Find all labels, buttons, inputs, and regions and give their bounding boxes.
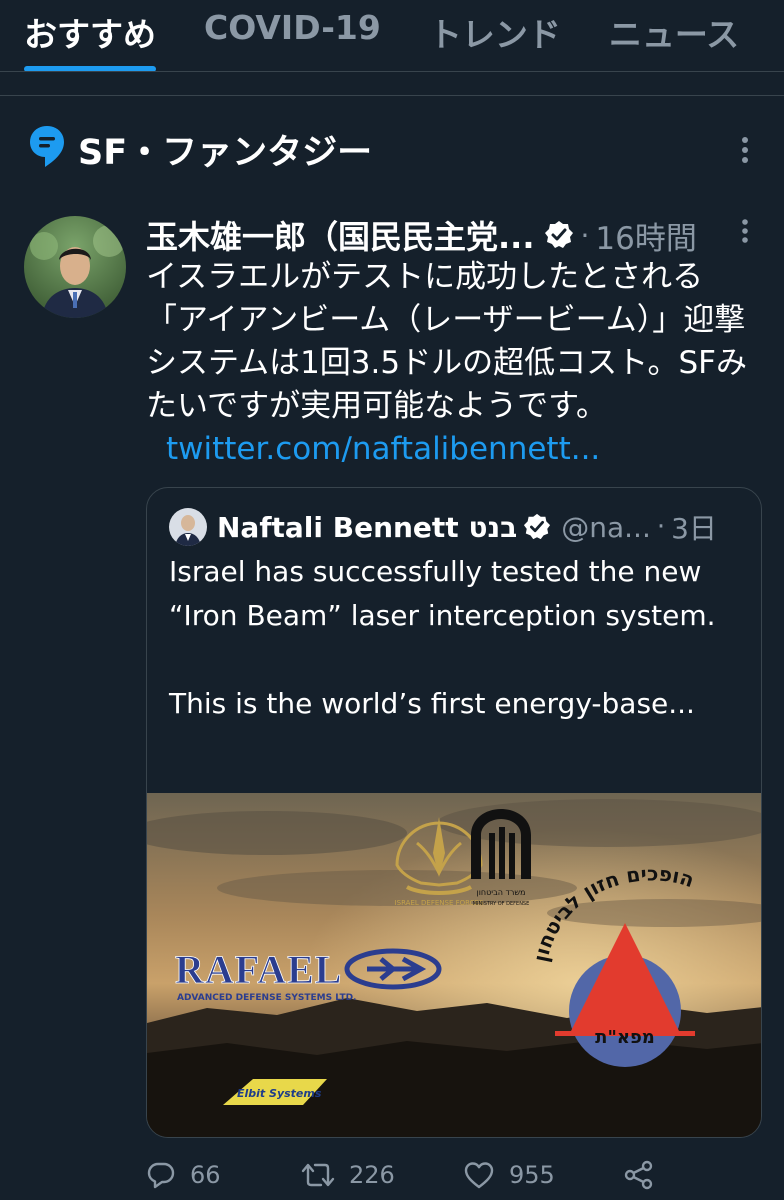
mod-english-caption: MINISTRY OF DEFENSE [473,901,530,907]
rafael-logo-text: RAFAEL [175,947,342,992]
share-icon [624,1160,653,1190]
explore-tab-bar: おすすめ COVID-19 トレンド ニュース ス [0,0,784,72]
like-button[interactable]: 955 [463,1160,623,1190]
tweet-timestamp[interactable]: 16時間 [595,213,696,258]
retweet-button[interactable]: 226 [301,1160,463,1190]
tab-label: トレンド [428,15,561,54]
quoted-author-handle: @na... [561,510,651,544]
separator-dot: · [656,512,666,542]
quoted-text-paragraph-2: This is the world’s first energy-base... [169,687,695,720]
author-name[interactable]: 玉木雄一郎（国民民主党... [146,212,534,258]
quoted-tweet-header: Naftali Bennett בנט @na... · 3日 [169,506,749,548]
idf-caption: ISRAEL DEFENSE FORCES [395,899,484,907]
mafat-caption: מפא"ת [595,1027,655,1048]
tab-sports[interactable]: ス [763,0,784,71]
topic-header[interactable]: SF・ファンタジー [0,110,784,186]
tab-label: COVID-19 [204,8,381,47]
quoted-text-paragraph-1: Israel has successfully tested the new “… [169,555,716,632]
reply-button[interactable]: 66 [146,1160,301,1190]
quoted-author-avatar [169,508,207,546]
author-avatar[interactable] [24,216,126,318]
like-count: 955 [509,1161,555,1189]
quoted-tweet-image[interactable]: ISRAEL DEFENSE FORCES משרד הביטחון MINIS… [147,793,762,1138]
retweet-icon [301,1163,335,1187]
quoted-author-name: Naftali Bennett בנט [217,510,518,544]
tweet-more-options-icon[interactable] [738,218,752,244]
tab-covid19[interactable]: COVID-19 [180,0,405,71]
quoted-tweet-card[interactable]: Naftali Bennett בנט @na... · 3日 Israel h… [146,487,762,1138]
tab-recommended[interactable]: おすすめ [0,0,180,71]
tweet-text-content: イスラエルがテストに成功したとされる「アイアンビーム（レーザービーム）」迎撃シス… [146,259,747,424]
elbit-logo-text: Elbit Systems [237,1087,322,1100]
tweet-link[interactable]: twitter.com/naftalibennett... [166,431,600,467]
tab-label: おすすめ [24,15,156,54]
share-button[interactable] [623,1160,669,1190]
rafael-subtitle: ADVANCED DEFENSE SYSTEMS LTD. [177,993,356,1003]
tab-trends[interactable]: トレンド [405,0,585,71]
quoted-tweet-timestamp: 3日 [671,512,717,545]
tweet-text: イスラエルがテストに成功したとされる「アイアンビーム（レーザービーム）」迎撃シス… [146,256,756,471]
separator-dot: · [580,218,590,252]
topic-title: SF・ファンタジー [78,133,373,173]
mod-hebrew-caption: משרד הביטחון [477,888,526,897]
retweet-count: 226 [349,1161,395,1189]
tweet-header: 玉木雄一郎（国民民主党... · 16時間 [146,212,766,258]
reply-count: 66 [190,1161,221,1189]
heart-icon [464,1162,494,1189]
reply-icon [147,1162,175,1189]
verified-badge-icon [524,513,551,540]
quoted-tweet-text: Israel has successfully tested the new “… [169,550,749,726]
verified-badge-icon [545,221,574,248]
tweet-actions-bar: 66 226 955 [146,1150,756,1200]
tab-label: ニュース [608,15,740,54]
topic-bubble-icon [30,126,64,167]
tab-news[interactable]: ニュース [585,0,763,71]
more-options-icon[interactable] [738,136,752,164]
section-divider [0,72,784,96]
